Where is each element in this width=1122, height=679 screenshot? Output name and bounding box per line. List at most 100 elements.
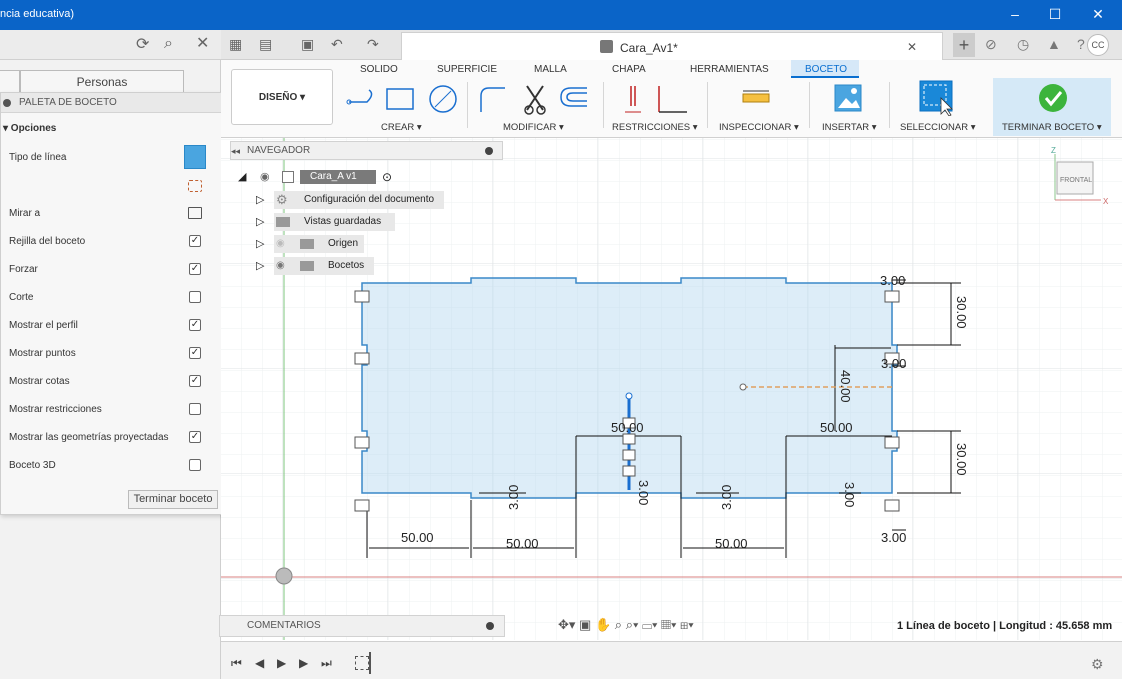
hidden-eye-icon[interactable]: ◉ xyxy=(276,235,285,253)
profile-checkbox[interactable]: ✓ xyxy=(189,319,201,331)
user-avatar[interactable]: CC xyxy=(1087,34,1109,56)
constraint-tools[interactable] xyxy=(621,82,691,116)
expand-icon[interactable]: ▷ xyxy=(256,213,264,231)
create-tools[interactable] xyxy=(345,84,463,116)
collapse-icon[interactable] xyxy=(3,99,11,107)
construction-line-icon[interactable] xyxy=(184,145,206,169)
pin-icon[interactable] xyxy=(486,622,494,630)
select-icon[interactable] xyxy=(919,80,955,116)
close-window-button[interactable]: ✕ xyxy=(1078,0,1118,30)
modify-tools[interactable] xyxy=(477,82,595,116)
comments-panel[interactable]: COMENTARIOS xyxy=(219,615,505,637)
finish-sketch-button[interactable]: Terminar boceto xyxy=(128,490,218,509)
points-checkbox[interactable]: ✓ xyxy=(189,347,201,359)
row-label: Mostrar el perfil xyxy=(9,320,78,331)
group-insertar[interactable]: INSERTAR ▾ xyxy=(822,122,877,133)
gear-icon[interactable]: ⚙ xyxy=(1091,656,1104,673)
pin-icon[interactable] xyxy=(485,147,493,155)
redo-icon[interactable]: ↷ xyxy=(367,36,379,52)
fit-icon[interactable]: ⌕▾ xyxy=(626,617,639,632)
options-section[interactable]: ▾ Opciones xyxy=(1,115,229,139)
nav-item-views[interactable]: ▷ Vistas guardadas xyxy=(256,213,456,231)
group-modificar[interactable]: MODIFICAR ▾ xyxy=(503,122,564,133)
save-icon[interactable]: ▣ xyxy=(301,36,314,52)
file-icon[interactable]: ▤ xyxy=(259,36,272,52)
grid-menu-icon[interactable]: ▦ xyxy=(229,36,242,52)
extensions-icon[interactable]: ⊘ xyxy=(985,36,997,53)
job-status-icon[interactable]: ◷ xyxy=(1017,36,1029,53)
row-label: Corte xyxy=(9,292,34,303)
close-icon[interactable]: ✕ xyxy=(196,36,209,52)
grid-settings-icon[interactable]: ▦▾ xyxy=(661,617,676,632)
dim-text: 40.00 xyxy=(838,370,853,403)
collapse-icon[interactable]: ◂◂ xyxy=(231,142,240,160)
viewports-icon[interactable]: ⊞▾ xyxy=(680,617,694,632)
activate-radio-icon[interactable]: ⊙ xyxy=(382,168,392,186)
group-seleccionar[interactable]: SELECCIONAR ▾ xyxy=(900,122,976,133)
nav-root[interactable]: ◢ ◉ Cara_A v1 ⊙ xyxy=(238,168,398,186)
nav-item-sketches[interactable]: ▷ ◉ Bocetos xyxy=(256,257,456,275)
nav-item-origin[interactable]: ▷ ◉ Origen xyxy=(256,235,456,253)
3d-sketch-checkbox[interactable] xyxy=(189,459,201,471)
document-tab[interactable]: Cara_Av1* ✕ xyxy=(401,32,943,60)
group-terminar-boceto[interactable]: TERMINAR BOCETO ▾ xyxy=(1002,122,1102,133)
new-tab-button[interactable]: + xyxy=(953,33,975,57)
dim-text: 30.00 xyxy=(954,443,969,476)
zoom-icon[interactable]: ⌕ xyxy=(615,617,622,632)
look-at-icon[interactable]: ▣ xyxy=(579,617,591,632)
pan-icon[interactable]: ✋ xyxy=(595,617,611,632)
orbit-icon[interactable]: ✥▾ xyxy=(558,617,575,632)
tab-chapa[interactable]: CHAPA xyxy=(612,64,646,75)
eye-icon[interactable]: ◉ xyxy=(260,168,270,186)
measure-icon[interactable] xyxy=(741,90,771,106)
dimensions-checkbox[interactable]: ✓ xyxy=(189,375,201,387)
expand-icon[interactable]: ▷ xyxy=(256,235,264,253)
undo-icon[interactable]: ↶ xyxy=(331,36,343,52)
play-icon[interactable]: ▶ xyxy=(277,656,286,670)
tab-solido[interactable]: SOLIDO xyxy=(360,64,398,75)
group-inspeccionar[interactable]: INSPECCIONAR ▾ xyxy=(719,122,799,133)
dim-text: 50.00 xyxy=(506,536,539,551)
timeline-marker[interactable] xyxy=(369,652,371,674)
sketch-feature-icon[interactable] xyxy=(355,656,369,670)
help-icon[interactable]: ? xyxy=(1077,36,1085,52)
window-title: ncia educativa) xyxy=(0,8,74,20)
snap-checkbox[interactable]: ✓ xyxy=(189,263,201,275)
refresh-icon[interactable]: ⟳ xyxy=(136,37,149,53)
minimize-button[interactable]: – xyxy=(995,0,1035,30)
group-restricciones[interactable]: RESTRICCIONES ▾ xyxy=(612,122,698,133)
finish-sketch-icon[interactable] xyxy=(1038,83,1068,113)
navigator-header[interactable]: ◂◂ NAVEGADOR xyxy=(230,141,503,160)
tab-personas[interactable]: Personas xyxy=(20,70,184,92)
tab-left[interactable] xyxy=(0,70,20,92)
projected-checkbox[interactable]: ✓ xyxy=(189,431,201,443)
tab-boceto[interactable]: BOCETO xyxy=(805,64,847,75)
insert-image-icon[interactable] xyxy=(834,84,862,112)
centerline-icon[interactable] xyxy=(188,180,202,192)
last-step-icon[interactable]: ⏭ xyxy=(321,656,332,671)
display-settings-icon[interactable]: ▭▾ xyxy=(642,617,657,632)
constraints-checkbox[interactable] xyxy=(189,403,201,415)
z-axis-label: Z xyxy=(1051,146,1056,155)
palette-header[interactable]: PALETA DE BOCETO xyxy=(1,93,229,113)
tab-malla[interactable]: MALLA xyxy=(534,64,567,75)
previous-step-icon[interactable]: ◀ xyxy=(255,656,264,670)
look-at-icon[interactable] xyxy=(188,207,202,219)
maximize-button[interactable]: ☐ xyxy=(1035,0,1075,30)
tab-herramientas[interactable]: HERRAMIENTAS xyxy=(690,64,769,75)
collapse-triangle-icon[interactable]: ◢ xyxy=(238,168,246,186)
group-crear[interactable]: CREAR ▾ xyxy=(381,122,422,133)
eye-icon[interactable]: ◉ xyxy=(276,257,285,275)
notifications-icon[interactable]: ▲ xyxy=(1047,36,1061,52)
nav-item-settings[interactable]: ▷ ⚙ Configuración del documento xyxy=(256,191,456,209)
grid-checkbox[interactable]: ✓ xyxy=(189,235,201,247)
next-step-icon[interactable]: ▶ xyxy=(299,656,308,670)
search-icon[interactable]: ⌕ xyxy=(164,36,173,52)
expand-icon[interactable]: ▷ xyxy=(256,257,264,275)
tab-superficie[interactable]: SUPERFICIE xyxy=(437,64,497,75)
close-tab-icon[interactable]: ✕ xyxy=(907,40,917,54)
expand-icon[interactable]: ▷ xyxy=(256,191,264,209)
workspace-dropdown[interactable]: DISEÑO ▾ xyxy=(231,69,333,125)
first-step-icon[interactable]: ⏮ xyxy=(231,656,242,671)
slice-checkbox[interactable] xyxy=(189,291,201,303)
